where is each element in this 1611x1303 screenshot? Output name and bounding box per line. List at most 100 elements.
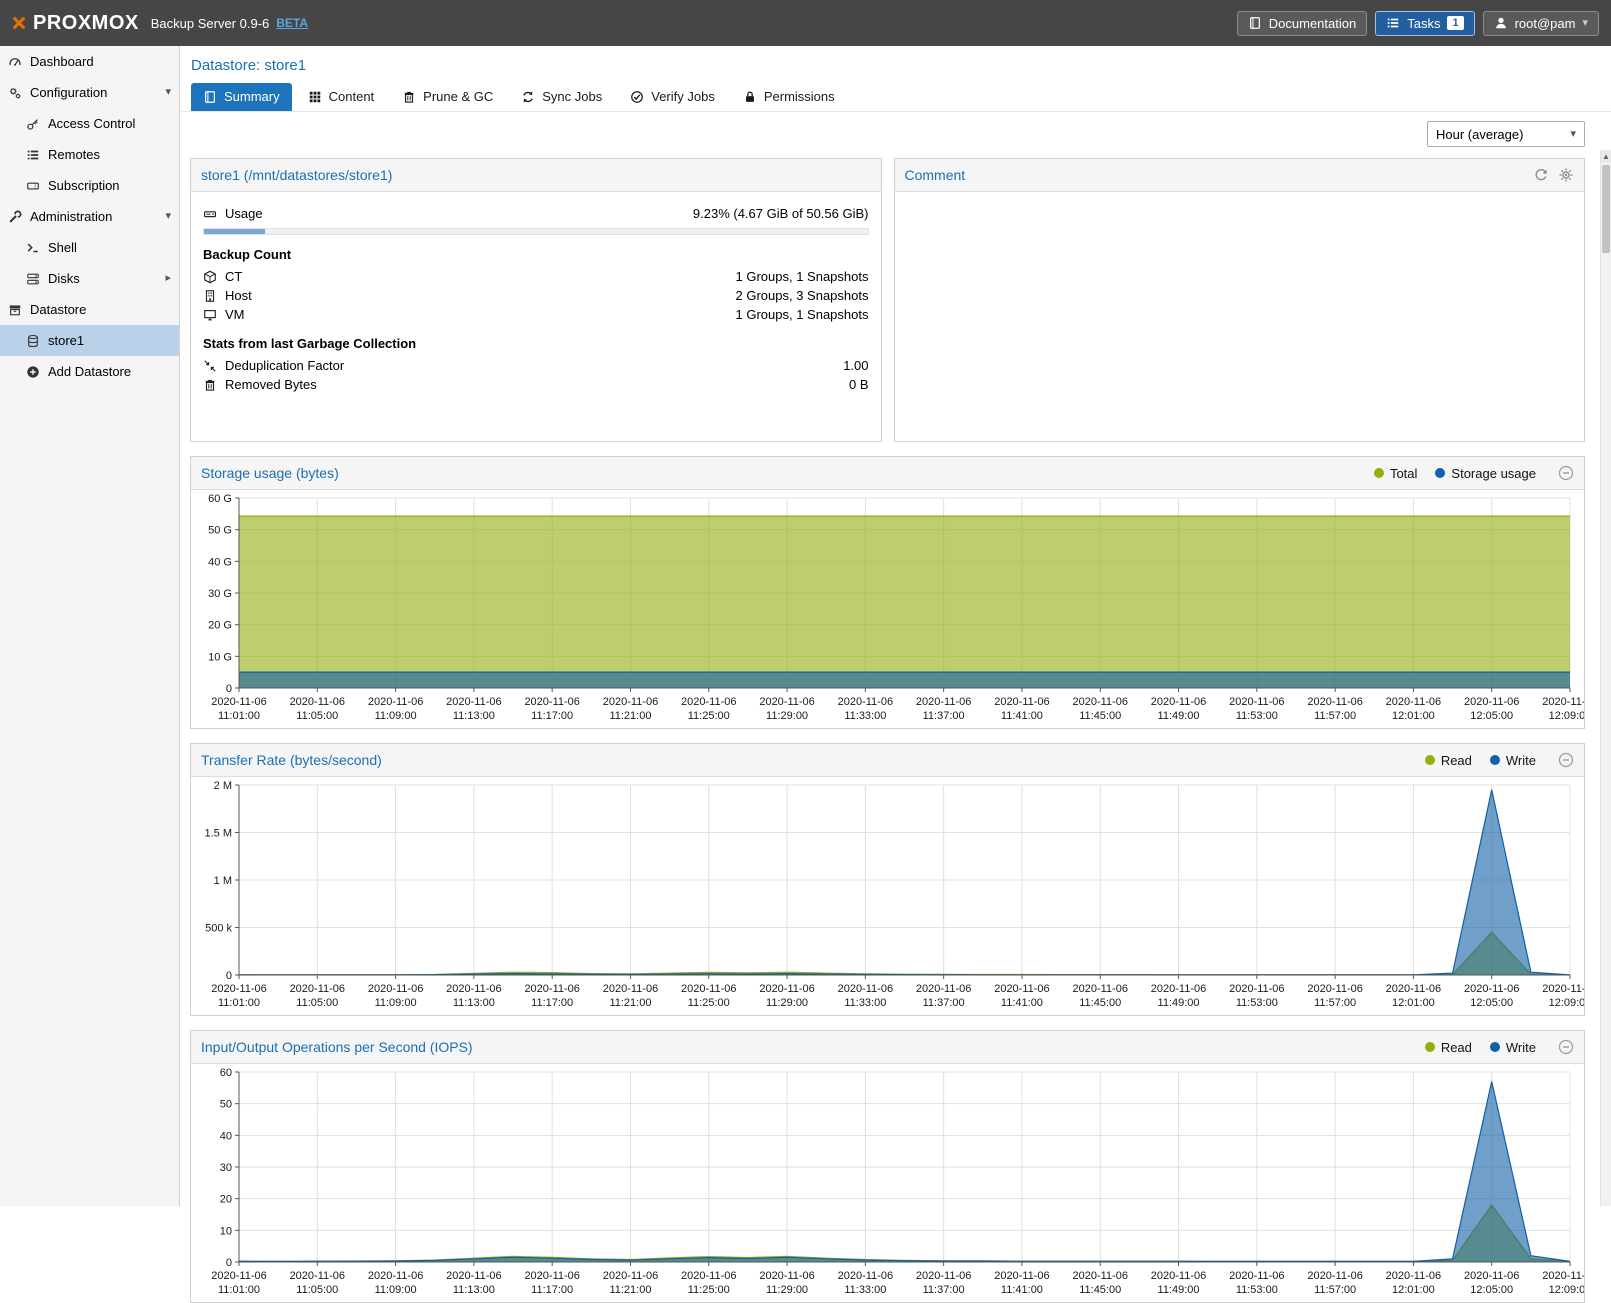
legend-item-write[interactable]: Write bbox=[1490, 753, 1536, 768]
sidebar-item-subscription[interactable]: Subscription bbox=[0, 170, 179, 201]
svg-text:11:01:00: 11:01:00 bbox=[218, 710, 260, 722]
legend-dot bbox=[1374, 468, 1384, 478]
svg-text:2020-11-06: 2020-11-06 bbox=[1229, 983, 1284, 995]
svg-text:60 G: 60 G bbox=[208, 493, 232, 505]
legend-label: Total bbox=[1390, 466, 1417, 481]
sidebar-item-datastore[interactable]: Datastore bbox=[0, 294, 179, 325]
desktop-icon bbox=[203, 308, 217, 322]
sidebar-item-label: Configuration bbox=[30, 85, 107, 100]
svg-text:2020-11-06: 2020-11-06 bbox=[368, 983, 423, 995]
sidebar-item-store1[interactable]: store1 bbox=[0, 325, 179, 356]
svg-text:11:53:00: 11:53:00 bbox=[1236, 710, 1278, 722]
svg-text:11:45:00: 11:45:00 bbox=[1079, 997, 1121, 1009]
comment-body[interactable] bbox=[895, 192, 1585, 436]
wrench-icon bbox=[8, 210, 22, 224]
svg-text:11:05:00: 11:05:00 bbox=[296, 710, 338, 722]
sidebar-item-shell[interactable]: Shell bbox=[0, 232, 179, 263]
sidebar-item-remotes[interactable]: Remotes bbox=[0, 139, 179, 170]
svg-text:11:45:00: 11:45:00 bbox=[1079, 1284, 1121, 1296]
vm-label: VM bbox=[225, 307, 245, 322]
usage-value: 9.23% (4.67 GiB of 50.56 GiB) bbox=[693, 206, 869, 221]
beta-link[interactable]: BETA bbox=[276, 16, 308, 30]
main-area: Datastore: store1 Summary Content Prune … bbox=[181, 46, 1611, 1206]
storage-usage-chart: 010 G20 G30 G40 G50 G60 G2020-11-0611:01… bbox=[191, 490, 1584, 728]
legend-item-write[interactable]: Write bbox=[1490, 1040, 1536, 1055]
collapse-icon[interactable] bbox=[1558, 752, 1574, 768]
documentation-label: Documentation bbox=[1269, 16, 1356, 31]
legend-item-read[interactable]: Read bbox=[1425, 1040, 1472, 1055]
sidebar-item-administration[interactable]: Administration ▾ bbox=[0, 201, 179, 232]
tab-verify-jobs[interactable]: Verify Jobs bbox=[618, 83, 727, 111]
removed-bytes-label: Removed Bytes bbox=[225, 377, 317, 392]
svg-text:11:09:00: 11:09:00 bbox=[375, 710, 417, 722]
legend-item-total[interactable]: Total bbox=[1374, 466, 1417, 481]
legend-item-storage-usage[interactable]: Storage usage bbox=[1435, 466, 1536, 481]
svg-text:2020-11-06: 2020-11-06 bbox=[524, 696, 579, 708]
tab-sync-jobs[interactable]: Sync Jobs bbox=[509, 83, 614, 111]
sidebar-item-label: Access Control bbox=[48, 116, 135, 131]
dedup-row: Deduplication Factor 1.00 bbox=[203, 356, 869, 375]
svg-text:11:05:00: 11:05:00 bbox=[296, 1284, 338, 1296]
svg-text:2020-11-06: 2020-11-06 bbox=[446, 696, 501, 708]
iops-panel: Input/Output Operations per Second (IOPS… bbox=[190, 1030, 1585, 1303]
collapse-icon[interactable] bbox=[1558, 1039, 1574, 1055]
sidebar-item-label: Subscription bbox=[48, 178, 120, 193]
gear-icon[interactable] bbox=[1558, 167, 1574, 183]
tab-permissions[interactable]: Permissions bbox=[731, 83, 847, 111]
legend-label: Read bbox=[1441, 753, 1472, 768]
tasks-button[interactable]: Tasks 1 bbox=[1375, 11, 1474, 36]
svg-text:2020-11-06: 2020-11-06 bbox=[368, 696, 423, 708]
timeframe-value: Hour (average) bbox=[1436, 127, 1523, 142]
scrollbar[interactable]: ▲ bbox=[1600, 150, 1611, 1206]
vm-value: 1 Groups, 1 Snapshots bbox=[736, 307, 869, 322]
sidebar-item-add-datastore[interactable]: Add Datastore bbox=[0, 356, 179, 387]
svg-text:11:37:00: 11:37:00 bbox=[923, 997, 965, 1009]
removed-bytes-value: 0 B bbox=[849, 377, 869, 392]
svg-text:11:49:00: 11:49:00 bbox=[1158, 997, 1200, 1009]
sidebar-item-disks[interactable]: Disks ▸ bbox=[0, 263, 179, 294]
legend-item-read[interactable]: Read bbox=[1425, 753, 1472, 768]
svg-text:12:05:00: 12:05:00 bbox=[1470, 710, 1513, 722]
tab-bar: Summary Content Prune & GC Sync Jobs Ver… bbox=[181, 74, 1611, 112]
collapse-icon[interactable] bbox=[1558, 465, 1574, 481]
compress-icon bbox=[203, 359, 217, 373]
svg-text:11:17:00: 11:17:00 bbox=[531, 997, 573, 1009]
gauge-icon bbox=[8, 55, 22, 69]
book-icon bbox=[1248, 16, 1262, 30]
sidebar-item-label: store1 bbox=[48, 333, 84, 348]
svg-text:11:13:00: 11:13:00 bbox=[453, 997, 495, 1009]
svg-text:2020-11-06: 2020-11-06 bbox=[994, 983, 1049, 995]
user-menu-button[interactable]: root@pam ▾ bbox=[1483, 11, 1599, 36]
content-area: store1 (/mnt/datastores/store1) Usage 9.… bbox=[181, 156, 1611, 1303]
scrollbar-thumb[interactable] bbox=[1602, 165, 1610, 253]
sidebar-item-access-control[interactable]: Access Control bbox=[0, 108, 179, 139]
panel-title: Comment bbox=[905, 167, 966, 183]
reload-icon[interactable] bbox=[1533, 167, 1549, 183]
tasks-badge: 1 bbox=[1447, 16, 1463, 30]
svg-text:2020-11-06: 2020-11-06 bbox=[759, 1270, 814, 1282]
grid-icon bbox=[308, 90, 322, 104]
documentation-button[interactable]: Documentation bbox=[1237, 11, 1367, 36]
lock-icon bbox=[743, 90, 757, 104]
scroll-up-arrow[interactable]: ▲ bbox=[1601, 150, 1611, 163]
svg-text:11:29:00: 11:29:00 bbox=[766, 997, 808, 1009]
svg-text:11:45:00: 11:45:00 bbox=[1079, 710, 1121, 722]
tab-summary[interactable]: Summary bbox=[191, 83, 292, 111]
tab-prune-gc[interactable]: Prune & GC bbox=[390, 83, 505, 111]
svg-text:11:01:00: 11:01:00 bbox=[218, 997, 260, 1009]
caret-down-icon: ▾ bbox=[165, 211, 171, 222]
trash-icon bbox=[203, 378, 217, 392]
archive-icon bbox=[8, 303, 22, 317]
svg-text:11:29:00: 11:29:00 bbox=[766, 1284, 808, 1296]
timeframe-select[interactable]: Hour (average) ▾ bbox=[1427, 121, 1585, 147]
svg-text:2020-11-06: 2020-11-06 bbox=[603, 696, 658, 708]
svg-text:2020-11-06: 2020-11-06 bbox=[681, 696, 736, 708]
user-label: root@pam bbox=[1515, 16, 1576, 31]
sidebar-item-dashboard[interactable]: Dashboard bbox=[0, 46, 179, 77]
sidebar-item-configuration[interactable]: Configuration ▾ bbox=[0, 77, 179, 108]
svg-text:12:05:00: 12:05:00 bbox=[1470, 1284, 1513, 1296]
svg-text:20: 20 bbox=[220, 1194, 232, 1206]
legend-label: Read bbox=[1441, 1040, 1472, 1055]
tab-content[interactable]: Content bbox=[296, 83, 387, 111]
product-version: Backup Server 0.9-6 bbox=[151, 16, 270, 31]
